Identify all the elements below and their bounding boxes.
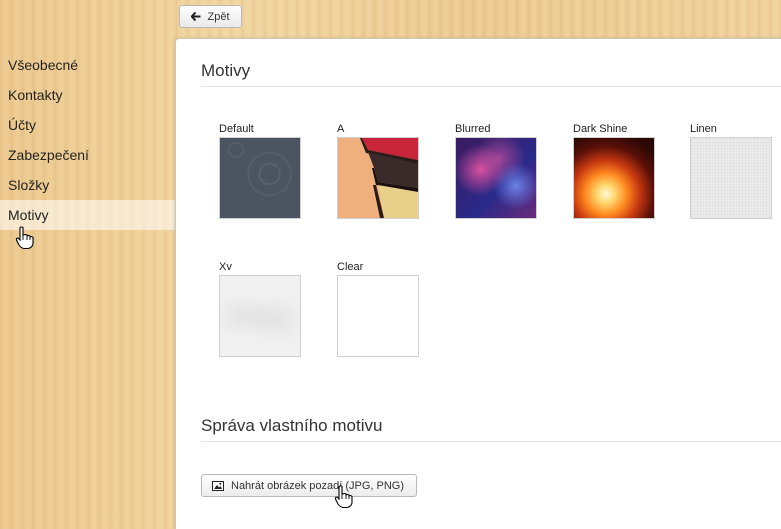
back-button[interactable]: Zpět xyxy=(179,5,242,28)
theme-label: Default xyxy=(219,123,254,135)
themes-panel: Motivy Default A Blurred Dark Shine Line… xyxy=(175,38,781,529)
theme-a-thumbnail[interactable] xyxy=(337,137,419,219)
sidebar-item-security[interactable]: Zabezpečení xyxy=(0,140,175,170)
settings-sidebar: Všeobecné Kontakty Účty Zabezpečení Slož… xyxy=(0,50,175,230)
theme-clear-thumbnail[interactable] xyxy=(337,275,419,357)
divider xyxy=(201,86,781,87)
theme-option-default[interactable]: Default xyxy=(219,123,301,219)
theme-label: Linen xyxy=(690,123,717,135)
theme-label: Clear xyxy=(337,261,364,273)
theme-label: A xyxy=(337,123,345,135)
custom-theme-section-title: Správa vlastního motivu xyxy=(201,416,383,435)
divider xyxy=(201,441,781,442)
upload-button-label: Nahrát obrázek pozadí (JPG, PNG) xyxy=(231,479,405,492)
sidebar-item-themes[interactable]: Motivy xyxy=(0,200,175,230)
theme-option-blurred[interactable]: Blurred xyxy=(455,123,537,219)
sidebar-item-folders[interactable]: Složky xyxy=(0,170,175,200)
theme-label: Dark Shine xyxy=(573,123,628,135)
theme-option-xv[interactable]: Xv xyxy=(219,261,301,357)
theme-label: Blurred xyxy=(455,123,491,135)
sidebar-item-contacts[interactable]: Kontakty xyxy=(0,80,175,110)
theme-dark-shine-thumbnail[interactable] xyxy=(573,137,655,219)
theme-blurred-thumbnail[interactable] xyxy=(455,137,537,219)
back-button-label: Zpět xyxy=(207,10,230,23)
theme-option-a[interactable]: A xyxy=(337,123,419,219)
theme-linen-thumbnail[interactable] xyxy=(690,137,772,219)
sidebar-item-general[interactable]: Všeobecné xyxy=(0,50,175,80)
theme-label: Xv xyxy=(219,261,232,273)
sidebar-item-accounts[interactable]: Účty xyxy=(0,110,175,140)
theme-xv-thumbnail[interactable] xyxy=(219,275,301,357)
theme-default-thumbnail[interactable] xyxy=(219,137,301,219)
theme-option-dark-shine[interactable]: Dark Shine xyxy=(573,123,655,219)
arrow-left-icon xyxy=(191,12,201,21)
themes-section-title: Motivy xyxy=(201,61,251,80)
image-icon xyxy=(212,480,224,491)
theme-option-linen[interactable]: Linen xyxy=(690,123,772,219)
theme-option-clear[interactable]: Clear xyxy=(337,261,419,357)
upload-background-button[interactable]: Nahrát obrázek pozadí (JPG, PNG) xyxy=(201,474,417,497)
